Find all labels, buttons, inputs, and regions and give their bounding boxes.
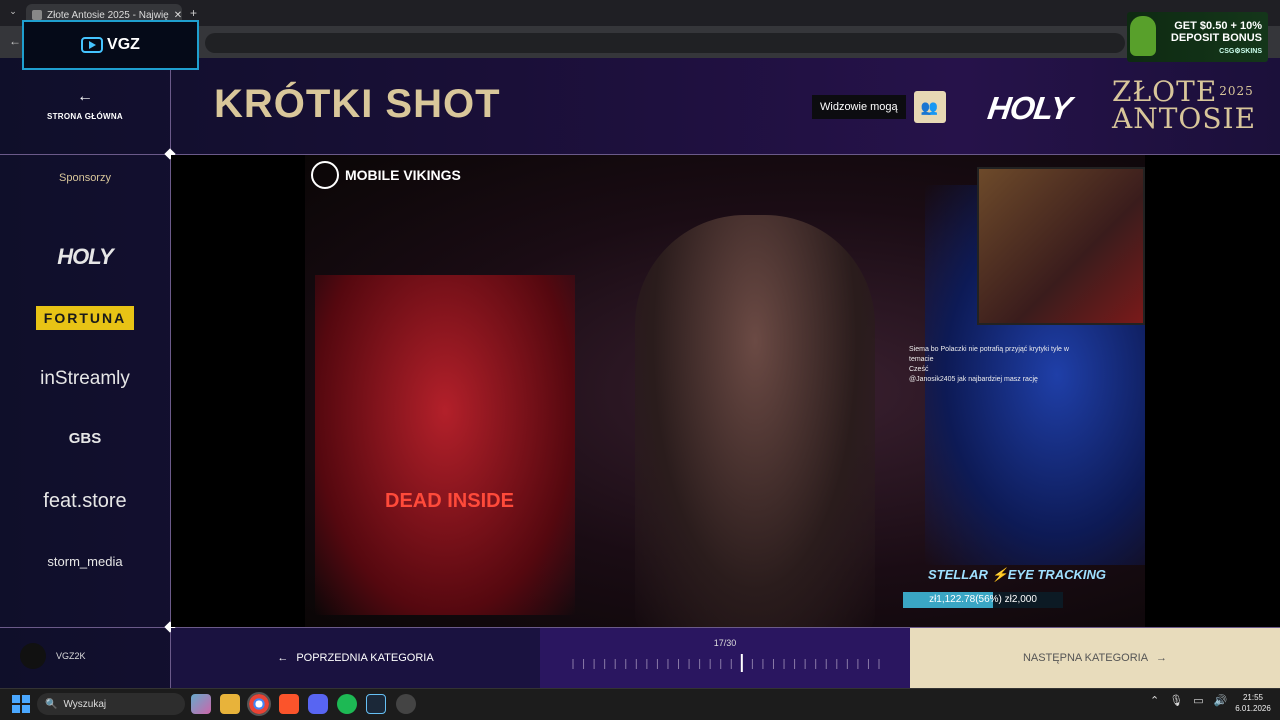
- webcam-overlay: [977, 167, 1145, 325]
- event-logo-line2: ANTOSIE: [1112, 102, 1257, 135]
- category-progress: 17/30: [540, 628, 910, 688]
- users-icon[interactable]: 👥: [913, 91, 946, 123]
- copilot-icon[interactable]: [191, 694, 211, 714]
- previous-category-button[interactable]: ← POPRZEDNIA KATEGORIA: [171, 628, 540, 688]
- viewers-label: Widzowie mogą: [812, 95, 906, 119]
- sponsor-fortuna[interactable]: FORTUNA: [36, 306, 134, 330]
- spotify-icon[interactable]: [337, 694, 357, 714]
- chat-message: Siema bo Polaczki nie potrafią przyjąć k…: [909, 346, 1069, 363]
- user-profile[interactable]: VGZ2K: [20, 643, 86, 669]
- mobile-vikings-logo: MOBILE VIKINGS: [311, 161, 461, 189]
- home-label: STRONA GŁÓWNA: [46, 112, 124, 121]
- arrow-left-icon: ←: [277, 652, 289, 664]
- search-placeholder: Wyszukaj: [63, 698, 107, 710]
- network-icon[interactable]: ▭: [1193, 694, 1203, 707]
- address-bar[interactable]: [205, 33, 1125, 53]
- clock-date: 6.01.2026: [1235, 704, 1271, 713]
- arrow-right-icon: →: [1156, 652, 1168, 664]
- arrow-left-icon: ←: [77, 88, 93, 105]
- chrome-icon[interactable]: [247, 692, 271, 716]
- event-logo-year: 2025: [1219, 84, 1254, 98]
- steam-icon[interactable]: [366, 694, 386, 714]
- ad-brand: CSG⚙SKINS: [1219, 47, 1262, 55]
- next-category-button[interactable]: NASTĘPNA KATEGORIA →: [910, 628, 1280, 688]
- microphone-icon[interactable]: 🎙: [1169, 694, 1183, 707]
- goal-label: STELLAR ⚡EYE TRACKING: [928, 567, 1106, 582]
- volume-icon[interactable]: 🔊: [1214, 694, 1228, 707]
- sponsors-heading: Sponsorzy: [59, 172, 111, 184]
- ad-line2: DEPOSIT BONUS: [1170, 31, 1262, 44]
- sponsor-instreamly[interactable]: inStreamly: [0, 368, 170, 390]
- file-explorer-icon[interactable]: [220, 694, 240, 714]
- chat-message: @Janosik2405 jak najbardziej masz rację: [909, 376, 1038, 383]
- system-tray: ⌃ 🎙 ▭ 🔊: [1150, 694, 1227, 707]
- discord-icon[interactable]: [308, 694, 328, 714]
- favicon-icon: [32, 10, 42, 20]
- chevron-up-icon[interactable]: ⌃: [1150, 694, 1159, 707]
- page-title: KRÓTKI SHOT: [214, 82, 501, 126]
- video-letterbox-left: [171, 155, 305, 627]
- brave-icon[interactable]: [279, 694, 299, 714]
- streamer-figure: [635, 215, 875, 627]
- video-letterbox-right: [1145, 155, 1280, 627]
- new-tab-button[interactable]: +: [190, 6, 197, 20]
- avatar: [20, 643, 46, 669]
- tab-close-icon[interactable]: ✕: [174, 10, 182, 21]
- dead-inside-sign: DEAD INSIDE: [385, 490, 514, 512]
- stream-chat: Siema bo Polaczki nie potrafią przyjąć k…: [909, 345, 1069, 385]
- tab-title: Złote Antosie 2025 - Najwię: [47, 9, 169, 21]
- progress-counter: 17/30: [713, 638, 737, 648]
- vikings-icon: [311, 161, 339, 189]
- sponsor-storm-media[interactable]: storm_media: [0, 554, 170, 569]
- goal-text: zł1,122.78(56%) zł2,000: [929, 594, 1037, 605]
- home-link[interactable]: ← STRONA GŁÓWNA: [40, 88, 130, 124]
- taskbar-search[interactable]: 🔍 Wyszukaj: [37, 693, 185, 715]
- clock-time: 21:55: [1242, 693, 1264, 702]
- clock[interactable]: 21:55 6.01.2026: [1230, 692, 1276, 714]
- mobile-vikings-text: MOBILE VIKINGS: [345, 167, 461, 183]
- chat-message: Cześć: [909, 366, 929, 373]
- progress-ticks: [572, 654, 880, 672]
- donation-goal-bar: zł1,122.78(56%) zł2,000: [903, 592, 1063, 608]
- search-icon: 🔍: [45, 698, 58, 710]
- event-logo: ZŁOTE 2025 ANTOSIE: [1112, 78, 1257, 135]
- sponsor-gbs[interactable]: GBS: [0, 430, 170, 447]
- ad-mascot-icon: [1130, 16, 1156, 56]
- vgz-logo-text: VGZ: [107, 36, 140, 53]
- windows-start-icon[interactable]: [12, 695, 30, 713]
- vgz-logo: VGZ: [22, 20, 199, 70]
- back-button[interactable]: ←: [9, 34, 21, 48]
- red-light-area: [315, 275, 575, 615]
- play-icon: [81, 37, 104, 53]
- holy-logo: HOLY: [985, 90, 1074, 126]
- app-icon[interactable]: [396, 694, 416, 714]
- previous-category-label: POPRZEDNIA KATEGORIA: [296, 652, 434, 664]
- username: VGZ2K: [56, 651, 86, 661]
- video-player[interactable]: MOBILE VIKINGS DEAD INSIDE Siema bo Pola…: [305, 155, 1145, 627]
- sponsor-feat-store[interactable]: feat.store: [0, 490, 170, 513]
- sponsor-holy[interactable]: HOLY: [0, 244, 170, 270]
- next-category-label: NASTĘPNA KATEGORIA: [1022, 652, 1149, 664]
- tab-search-chevron-icon[interactable]: ⌄: [6, 6, 20, 20]
- ad-line1: GET $0.50 + 10%: [1174, 19, 1262, 32]
- viewers-control[interactable]: Widzowie mogą 👥: [812, 91, 946, 123]
- csgo-skins-ad[interactable]: GET $0.50 + 10% DEPOSIT BONUS CSG⚙SKINS: [1127, 12, 1268, 62]
